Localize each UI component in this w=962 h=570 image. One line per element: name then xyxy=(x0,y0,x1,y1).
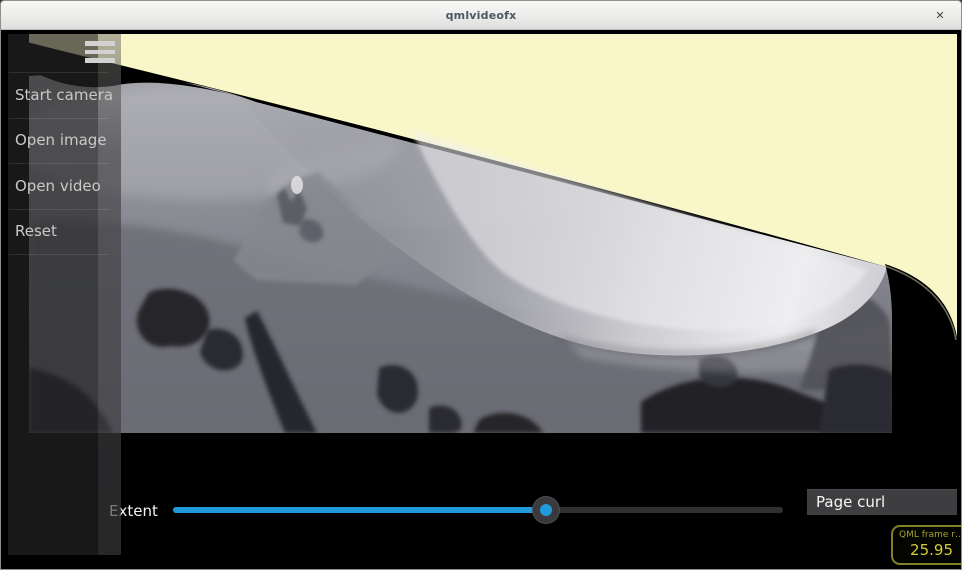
app-window: qmlvideofx ✕ xyxy=(0,0,962,570)
fps-readout: QML frame r… 25.95 xyxy=(891,525,961,565)
close-button[interactable]: ✕ xyxy=(927,1,953,29)
slider-handle[interactable] xyxy=(532,496,560,524)
slider-handle-dot xyxy=(540,504,552,516)
slider-fill xyxy=(173,507,546,513)
fps-label: QML frame r… xyxy=(899,530,961,540)
app-surface: Extent Page curl QML frame r… 25.95 Star… xyxy=(1,30,961,569)
menu-separator xyxy=(9,254,109,255)
menu-separator xyxy=(9,163,109,164)
titlebar: qmlvideofx ✕ xyxy=(1,1,961,30)
menu-separator xyxy=(9,209,109,210)
effect-select-button[interactable]: Page curl xyxy=(807,489,957,515)
sidebar-panel xyxy=(8,34,98,555)
window-title: qmlvideofx xyxy=(1,1,961,29)
close-icon: ✕ xyxy=(935,9,944,22)
extent-slider[interactable] xyxy=(173,507,783,513)
sidebar-item-reset[interactable]: Reset xyxy=(15,222,57,240)
sidebar-panel-edge xyxy=(98,34,121,555)
sidebar-item-start-camera[interactable]: Start camera xyxy=(15,86,113,104)
menu-button[interactable] xyxy=(85,41,115,63)
sidebar-item-open-video[interactable]: Open video xyxy=(15,177,101,195)
sidebar-item-open-image[interactable]: Open image xyxy=(15,131,107,149)
fps-value: 25.95 xyxy=(899,541,961,559)
hamburger-icon xyxy=(85,41,115,46)
menu-separator xyxy=(9,118,109,119)
menu-separator xyxy=(9,72,109,73)
